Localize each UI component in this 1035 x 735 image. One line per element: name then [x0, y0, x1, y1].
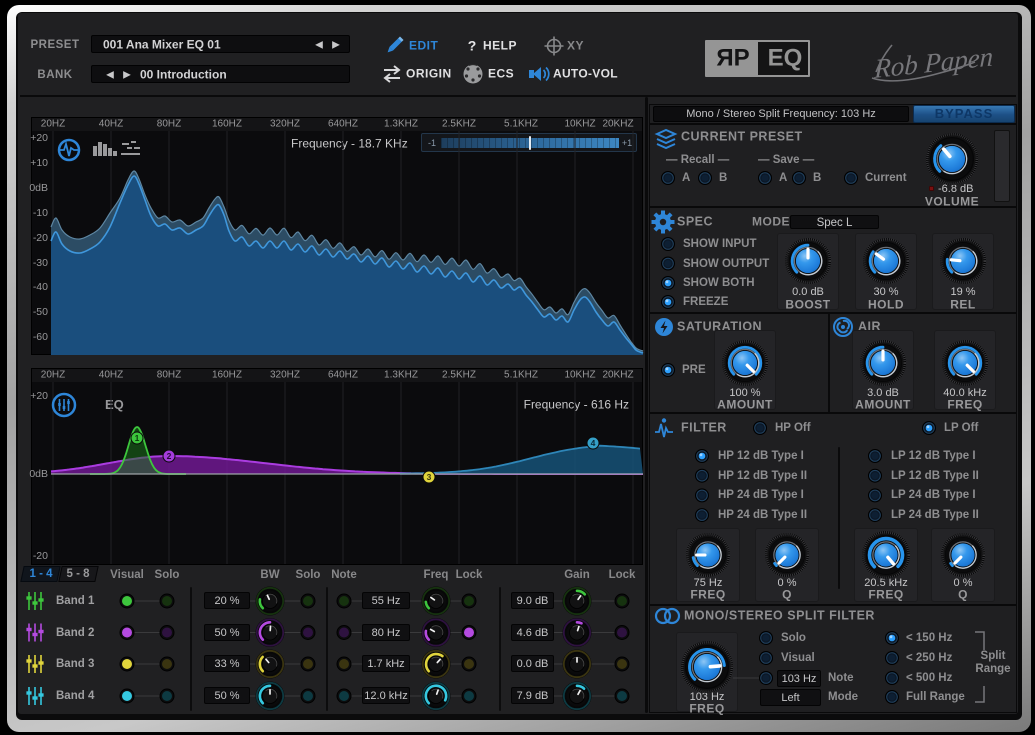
svg-text:4: 4	[591, 438, 596, 448]
svg-text:1: 1	[135, 433, 140, 443]
svg-text:2: 2	[167, 451, 172, 461]
svg-text:3: 3	[427, 472, 432, 482]
